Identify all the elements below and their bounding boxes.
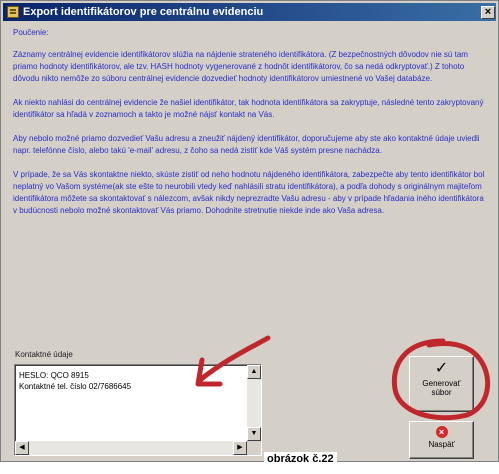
contact-textarea[interactable]: HESLO: QCO 8915 Kontaktné tel. číslo 02/… xyxy=(14,364,262,456)
instructions-heading: Poučenie: xyxy=(13,28,49,37)
instructions-paragraph-3: Aby nebolo možné priamo dozvedieť Vašu a… xyxy=(13,134,480,155)
generate-label-line2: súbor xyxy=(431,388,452,397)
window-title: Export identifikátorov pre centrálnu evi… xyxy=(23,6,264,18)
instructions-panel: Poučenie: Záznamy centrálnej evidencie i… xyxy=(13,27,489,229)
scroll-right-button[interactable]: ▶ xyxy=(233,441,247,455)
back-button[interactable]: × Naspäť xyxy=(409,421,474,459)
back-label: Naspäť xyxy=(428,440,455,449)
instructions-paragraph-4: V prípade, že sa Vás skontaktne niekto, … xyxy=(13,170,485,215)
checkmark-icon: ✓ xyxy=(434,360,449,377)
cancel-x-icon: × xyxy=(435,426,448,438)
title-bar: Export identifikátorov pre centrálnu evi… xyxy=(3,3,496,21)
close-button[interactable]: × xyxy=(481,5,495,19)
scroll-up-button[interactable]: ▲ xyxy=(247,365,261,379)
scroll-down-button[interactable]: ▼ xyxy=(247,427,261,441)
generate-file-button[interactable]: ✓ Generovať súbor xyxy=(409,356,474,412)
vertical-scrollbar[interactable]: ▲ ▼ xyxy=(247,365,261,441)
instructions-paragraph-1: Záznamy centrálnej evidencie identifikát… xyxy=(13,50,468,83)
horizontal-scrollbar[interactable]: ◀ ▶ xyxy=(15,441,247,455)
instructions-paragraph-2: Ak niekto nahlási do centrálnej evidenci… xyxy=(13,98,484,119)
app-icon xyxy=(7,6,19,18)
scroll-corner xyxy=(247,441,261,455)
scroll-left-button[interactable]: ◀ xyxy=(15,441,29,455)
contact-text[interactable]: HESLO: QCO 8915 Kontaktné tel. číslo 02/… xyxy=(19,370,245,392)
generate-label-line1: Generovať xyxy=(422,379,461,388)
contact-label: Kontaktné údaje xyxy=(15,350,73,359)
export-dialog: Export identifikátorov pre centrálnu evi… xyxy=(0,0,499,462)
figure-caption: obrázok č.22 xyxy=(264,452,337,466)
